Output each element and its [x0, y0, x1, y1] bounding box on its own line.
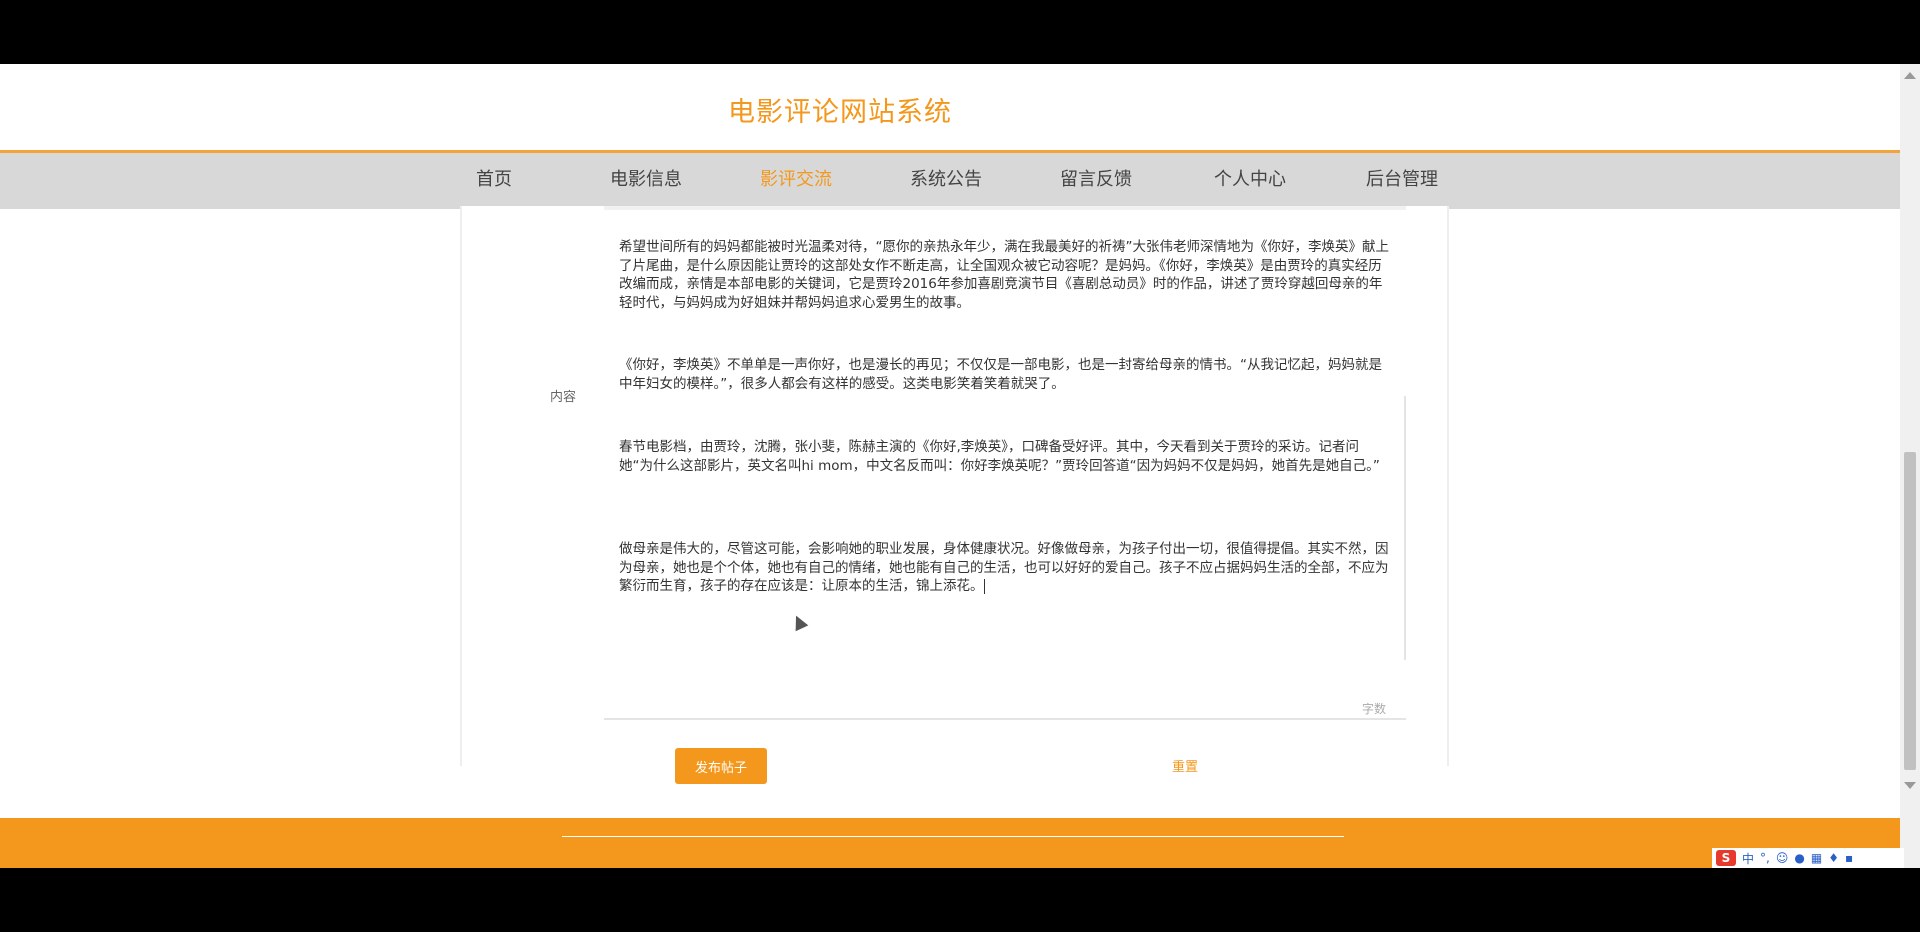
- nav-item-profile[interactable]: 个人中心: [1214, 153, 1286, 207]
- scroll-down-arrow-icon[interactable]: [1904, 782, 1916, 789]
- editor-paragraph: 春节电影档，由贾玲，沈腾，张小斐，陈赫主演的《你好,李焕英》，口碑备受好评。其中…: [619, 439, 1380, 474]
- ime-chinese-mode-icon[interactable]: 中: [1742, 850, 1754, 867]
- scroll-thumb[interactable]: [1904, 452, 1916, 770]
- nav-item-admin[interactable]: 后台管理: [1366, 153, 1438, 207]
- word-count: 字数: [1362, 702, 1387, 716]
- ime-keyboard-icon[interactable]: ▦: [1811, 851, 1822, 865]
- content-label: 内容: [550, 390, 577, 405]
- site-title: 电影评论网站系统: [728, 97, 952, 128]
- editor-paragraph: 做母亲是伟大的，尽管这可能，会影响她的职业发展，身体健康状况。好像做母亲，为孩子…: [619, 540, 1389, 596]
- nav-item-home[interactable]: 首页: [476, 153, 512, 207]
- editor-border: [604, 718, 1406, 720]
- text-cursor: [983, 578, 985, 594]
- footer-divider: [562, 836, 1344, 837]
- ime-toolbar[interactable]: S 中 °, ☺ ● ▦ ♦ ▪: [1712, 848, 1904, 868]
- ime-emoji-icon[interactable]: ☺: [1776, 851, 1789, 865]
- content-editor[interactable]: 希望世间所有的妈妈都能被时光温柔对待，“愿你的亲热永年少，满在我最美好的祈祷”大…: [604, 239, 1406, 718]
- ime-mic-icon[interactable]: ●: [1794, 851, 1804, 865]
- post-form: 内容 希望世间所有的妈妈都能被时光温柔对待，“愿你的亲热永年少，满在我最美好的祈…: [460, 206, 1449, 784]
- editor-paragraph: 希望世间所有的妈妈都能被时光温柔对待，“愿你的亲热永年少，满在我最美好的祈祷”大…: [619, 239, 1389, 311]
- main-nav: 首页 电影信息 影评交流 系统公告 留言反馈 个人中心 后台管理: [0, 150, 1900, 209]
- nav-item-movies[interactable]: 电影信息: [610, 153, 682, 207]
- page-scrollbar[interactable]: [1900, 64, 1920, 868]
- submit-post-button[interactable]: 发布帖子: [675, 748, 767, 784]
- browser-viewport: 电影评论网站系统 首页 电影信息 影评交流 系统公告 留言反馈 个人中心 后台管…: [0, 64, 1920, 868]
- ime-punctuation-icon[interactable]: °,: [1760, 851, 1770, 865]
- editor-paragraph-text: 做母亲是伟大的，尽管这可能，会影响她的职业发展，身体健康状况。好像做母亲，为孩子…: [619, 541, 1389, 594]
- nav-item-reviews[interactable]: 影评交流: [760, 153, 832, 207]
- editor-paragraph: 《你好，李焕英》不单单是一声你好，也是漫长的再见；不仅仅是一部电影，也是一封寄给…: [619, 357, 1382, 392]
- editor-toolbar-edge: [604, 206, 1406, 210]
- site-footer: [0, 818, 1900, 868]
- ime-tools-icon[interactable]: ▪: [1845, 851, 1853, 865]
- reset-button[interactable]: 重置: [1172, 756, 1198, 775]
- nav-item-feedback[interactable]: 留言反馈: [1060, 153, 1132, 207]
- nav-item-announcements[interactable]: 系统公告: [910, 153, 982, 207]
- site-header: 电影评论网站系统: [0, 64, 1900, 150]
- editor-border: [1404, 396, 1406, 660]
- scroll-up-arrow-icon[interactable]: [1904, 72, 1916, 79]
- ime-skin-icon[interactable]: ♦: [1828, 851, 1839, 865]
- ime-logo-icon[interactable]: S: [1716, 850, 1736, 866]
